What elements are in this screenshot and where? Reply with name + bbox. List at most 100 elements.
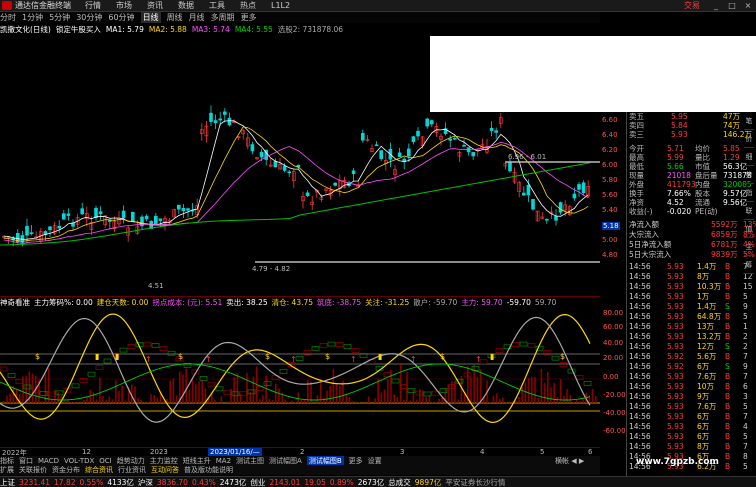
cy-pct: 0.89% xyxy=(329,477,354,487)
rtab[interactable]: 细 xyxy=(744,148,754,166)
minimize-icon[interactable]: _ xyxy=(708,0,724,11)
indicator-bar xyxy=(431,402,434,403)
tab-zhuli[interactable]: 主力监控 xyxy=(150,456,178,466)
maximize-icon[interactable]: □ xyxy=(724,0,740,11)
trade-button[interactable]: 交易 xyxy=(684,0,700,11)
up-arrow-marker: ↑ xyxy=(290,355,297,364)
rtab[interactable]: 联 xyxy=(744,202,754,220)
tab-vol[interactable]: VOL-TDX xyxy=(64,457,94,465)
ind-a: 主力筹码%: 0.00 xyxy=(34,297,93,307)
menu-redian[interactable]: 热点 xyxy=(240,0,256,11)
period-1min[interactable]: 1分钟 xyxy=(22,12,43,23)
tab-ceshi-a[interactable]: 测试幅图A xyxy=(269,456,302,466)
candle-body xyxy=(406,148,411,157)
tab-shezhi[interactable]: 设置 xyxy=(368,456,382,466)
menu-l1l2[interactable]: L1L2 xyxy=(271,1,290,10)
indicator-bar xyxy=(287,401,290,403)
period-5min[interactable]: 5分钟 xyxy=(49,12,70,23)
rtab[interactable]: 指 xyxy=(744,184,754,202)
menu-shuju[interactable]: 数据 xyxy=(178,0,194,11)
tick-row: 14:56 5.93 6万 B 4 xyxy=(629,422,748,431)
rtab[interactable]: 势 xyxy=(744,166,754,184)
tab-ma2[interactable]: MA2 xyxy=(216,457,231,465)
candle-body xyxy=(287,171,292,174)
tab-duanxian[interactable]: 短线主升 xyxy=(183,456,211,466)
candle-body xyxy=(508,162,512,172)
indicator-bar xyxy=(489,402,491,403)
candle-body xyxy=(57,225,62,229)
menu-shichang[interactable]: 市场 xyxy=(116,0,132,11)
ma2-value: MA2: 5.88 xyxy=(148,25,187,34)
period-multi[interactable]: 多周期 xyxy=(211,12,235,23)
candle-body xyxy=(452,137,457,140)
tab-zhibiao[interactable]: 指标 xyxy=(0,456,14,466)
rtab[interactable]: 筹 xyxy=(744,256,754,274)
scroll-right-icon[interactable]: ▶ xyxy=(579,457,584,465)
indicator-bar xyxy=(92,392,95,403)
menu-gongju[interactable]: 工具 xyxy=(209,0,225,11)
menu-zixun[interactable]: 资讯 xyxy=(147,0,163,11)
tick-row: 14:56 5.93 10.3万 B 15 xyxy=(629,282,753,291)
tab-gengduo[interactable]: 更多 xyxy=(349,456,363,466)
tab-hangye[interactable]: 行业资讯 xyxy=(118,465,146,475)
indicator-bar xyxy=(76,401,79,403)
candle-body xyxy=(177,204,181,210)
ind-b: 建仓天数: 0.00 xyxy=(96,297,149,307)
price-tick: 5.60 xyxy=(602,191,618,199)
period-more[interactable]: 更多 xyxy=(241,12,257,23)
indicator-bar xyxy=(41,401,43,403)
candle-body xyxy=(108,220,112,222)
indicator-step xyxy=(519,341,528,347)
period-30min[interactable]: 30分钟 xyxy=(76,12,102,23)
period-weekly[interactable]: 周线 xyxy=(167,12,183,23)
tab-hudong[interactable]: 互动问答 xyxy=(151,465,179,475)
tab-oci[interactable]: OCI xyxy=(99,457,111,465)
rtab[interactable]: 主 xyxy=(744,238,754,256)
candle-body xyxy=(209,112,213,122)
signal-marker: $ xyxy=(560,352,565,361)
candle-body xyxy=(227,117,232,126)
signal-marker: ▮ xyxy=(490,352,494,361)
indicator-bar xyxy=(163,401,165,403)
rtab[interactable]: 价 xyxy=(744,130,754,148)
up-arrow-marker: ↑ xyxy=(145,355,152,364)
stat-row: 收益(-) -0.020 PE(动) xyxy=(629,207,718,216)
rtab[interactable]: 笔 xyxy=(744,112,754,130)
indicator-bar xyxy=(137,398,139,403)
indicator-step xyxy=(159,346,168,351)
price-tick: 4.80 xyxy=(602,251,618,259)
tab-ceshi-zhu[interactable]: 测试主图 xyxy=(236,456,264,466)
close-icon[interactable]: × xyxy=(740,0,756,11)
tab-guanlian[interactable]: 关联报价 xyxy=(19,465,47,475)
tab-puji[interactable]: 普及版功能说明 xyxy=(184,465,233,475)
flow-row: 大宗流入 6859万 8% xyxy=(629,230,755,239)
indicator-bar xyxy=(358,402,360,403)
scroll-left-icon[interactable]: ◀ xyxy=(571,457,576,465)
ind-h: 散户: -59.70 xyxy=(413,297,458,307)
stat-row: 现量 21018 盘后量 731878 xyxy=(629,171,752,180)
menu-hangqing[interactable]: 行情 xyxy=(85,0,101,11)
tab-kuozhan[interactable]: 扩展 xyxy=(0,465,14,475)
period-daily[interactable]: 日线 xyxy=(140,12,161,23)
indicator-bar xyxy=(271,399,274,403)
tab-zonghe[interactable]: 综合资讯 xyxy=(85,465,113,475)
tab-macd[interactable]: MACD xyxy=(38,457,59,465)
cy-name: 创业 xyxy=(250,477,266,487)
tab-ceshi-b[interactable]: 测试幅图B xyxy=(306,455,344,466)
tab-zijin[interactable]: 资金分布 xyxy=(52,465,80,475)
period-60min[interactable]: 60分钟 xyxy=(108,12,134,23)
period-fenshi[interactable]: 分时 xyxy=(0,12,16,23)
rtab[interactable]: 值 xyxy=(744,220,754,238)
indicator-bar xyxy=(291,400,293,403)
low-left-label: 4.51 xyxy=(148,282,164,290)
scroll-control[interactable]: 横帐 ◀ ▶ xyxy=(555,456,600,465)
sh-name: 上证 xyxy=(0,477,15,487)
tick-row: 14:56 5.93 13万 B 1 xyxy=(629,322,748,331)
ind-j: -59.70 xyxy=(506,297,531,307)
indicator-chart[interactable]: $▮▮$$$▮$▮$↑↑↑↑↑↑减B强涨 xyxy=(0,307,600,447)
indicator-step xyxy=(215,386,224,392)
tab-chuangkou[interactable]: 窗口 xyxy=(19,456,33,466)
period-monthly[interactable]: 月线 xyxy=(189,12,205,23)
tab-qushi[interactable]: 趋势动力 xyxy=(117,456,145,466)
time-tick: 3 xyxy=(400,448,405,456)
